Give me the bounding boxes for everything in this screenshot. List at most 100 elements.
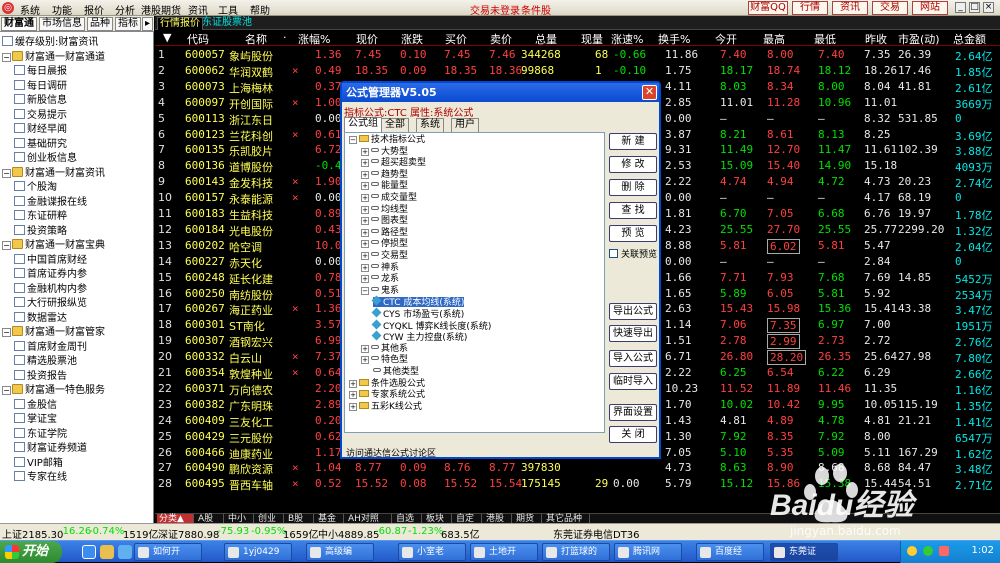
formula-tree-node[interactable]: + 五彩K线公式 [349, 401, 422, 412]
formula-tree-node[interactable]: + 均线型 [361, 205, 408, 215]
menu-function[interactable]: 功能 [52, 2, 72, 17]
delete-button[interactable]: 删 除 [609, 179, 657, 196]
sidebar-item[interactable]: 掌证宝 [14, 413, 57, 427]
find-button[interactable]: 查 找 [609, 202, 657, 219]
website-button[interactable]: 网站 [912, 1, 948, 15]
close-button[interactable]: 关 闭 [609, 426, 657, 443]
condition-stock-alert[interactable]: 条件股 [521, 2, 551, 17]
tray-icon[interactable] [907, 546, 917, 556]
expand-icon[interactable]: + [361, 263, 369, 272]
linked-preview-checkbox[interactable]: 关联预览 [609, 247, 657, 260]
taskbar-window-button[interactable]: 1yj0429 [224, 543, 292, 561]
sidebar-group[interactable]: − 财富通一财富资讯 [2, 166, 105, 181]
sidebar-group[interactable]: − 财富通一财富通道 [2, 50, 105, 65]
broker-connection[interactable]: 东莞证券电信DT36 [553, 526, 640, 541]
col-volume[interactable]: 总量 [535, 31, 557, 47]
close-icon[interactable]: × [983, 2, 994, 13]
network-icon[interactable] [923, 546, 933, 556]
taskbar-window-button[interactable]: 小室老 [398, 543, 466, 561]
col-price[interactable]: 现价 [356, 31, 378, 47]
formula-tree-node[interactable]: − 鬼系 [361, 286, 399, 296]
col-bid[interactable]: 买价 [445, 31, 467, 47]
minimize-icon[interactable]: _ [955, 2, 966, 13]
sidebar-item[interactable]: VIP邮箱 [14, 456, 63, 471]
taskbar-window-button[interactable]: 如何开 [134, 543, 202, 561]
formula-tree-node[interactable]: + 龙系 [361, 274, 399, 284]
formula-tree-node[interactable]: + 路径型 [361, 228, 408, 238]
ie-quicklaunch-icon[interactable] [82, 545, 96, 559]
expand-icon[interactable]: + [361, 182, 369, 191]
collapse-icon[interactable]: − [2, 386, 11, 395]
formula-tree-node[interactable]: CYQKL 博弈K线长度(系统) [371, 319, 491, 332]
collapse-icon[interactable]: − [2, 168, 11, 178]
menu-help[interactable]: 帮助 [250, 2, 270, 17]
formula-tree-node[interactable]: + 特色型 [361, 355, 408, 365]
start-button[interactable]: 开始 [0, 541, 62, 563]
expand-icon[interactable]: + [361, 228, 369, 237]
tab-market-info[interactable]: 市场信息 [39, 17, 85, 31]
formula-tree-node[interactable]: + 图表型 [361, 216, 408, 226]
formula-tree-node[interactable]: + 其他系 [361, 344, 408, 354]
col-name[interactable]: 名称 [245, 31, 267, 47]
sh-index[interactable]: 上证2185.30 [2, 526, 63, 541]
collapse-icon[interactable]: − [2, 328, 11, 337]
taskbar-window-button[interactable]: 土地开 [470, 543, 538, 561]
maximize-icon[interactable]: □ [969, 2, 980, 13]
tab-scroll-arrow-icon[interactable]: ▸ [142, 17, 153, 31]
formula-tree-node[interactable]: + 超买超卖型 [361, 158, 426, 168]
formula-tree-node[interactable]: + 专家系统公式 [349, 390, 425, 400]
expand-icon[interactable]: + [361, 159, 369, 168]
formula-tree-node[interactable]: CYW 主力控盘(系统) [371, 330, 467, 343]
col-ask[interactable]: 卖价 [490, 31, 512, 47]
tab-caifutong[interactable]: 财富通 [1, 17, 37, 31]
col-code[interactable]: 代码 [187, 31, 209, 47]
tab-system[interactable]: 系统 [416, 118, 444, 132]
formula-tree-node[interactable]: + 停损型 [361, 239, 408, 249]
expand-icon[interactable]: + [361, 240, 369, 249]
sidebar-item[interactable]: 基础研究 [14, 137, 67, 152]
col-diff[interactable]: 涨跌 [401, 31, 423, 47]
temp-import-button[interactable]: 临时导入 [609, 373, 657, 390]
collapse-icon[interactable]: − [2, 241, 11, 250]
expand-icon[interactable]: + [361, 275, 369, 284]
tab-user[interactable]: 用户 [451, 118, 479, 132]
interface-settings-button[interactable]: 界面设置 [609, 404, 657, 421]
col-low[interactable]: 最低 [814, 31, 836, 47]
formula-tree-node[interactable]: + 大势型 [361, 147, 408, 157]
col-turnover[interactable]: 换手% [658, 31, 690, 47]
import-formula-button[interactable]: 导入公式 [609, 350, 657, 367]
sidebar-item[interactable]: 每日调研 [14, 79, 67, 94]
sidebar-group[interactable]: − 财富通一财富宝典 [2, 239, 105, 253]
taskbar-window-button[interactable]: 东莞证 [770, 543, 838, 561]
expand-icon[interactable]: + [361, 170, 369, 179]
formula-tree-node[interactable]: + 成交量型 [361, 193, 417, 203]
sidebar-group[interactable]: − 财富通一财富管家 [2, 326, 105, 340]
checkbox-icon[interactable] [609, 249, 618, 258]
formula-tree-node[interactable]: − 技术指标公式 [349, 135, 425, 145]
sidebar-item[interactable]: 数据雷达 [14, 311, 67, 326]
table-row[interactable]: 2 600062 华润双鹤 × 0.49 18.35 0.09 18.35 18.36 99868… [155, 63, 1000, 79]
tab-indicator[interactable]: 指标 [115, 17, 141, 31]
quick-export-button[interactable]: 快速导出 [609, 325, 657, 342]
menu-analysis[interactable]: 分析 [115, 2, 135, 17]
menu-hk-futures[interactable]: 港股期货 [141, 2, 181, 17]
col-amount[interactable]: 总金额 [953, 31, 986, 47]
formula-tree-node[interactable]: 其他类型 [361, 367, 419, 377]
menu-system[interactable]: 系统 [20, 2, 40, 17]
sidebar-item[interactable]: 缓存级别:财富资讯 [2, 36, 98, 50]
menu-info[interactable]: 资讯 [188, 2, 208, 17]
col-change-pct[interactable]: 涨幅% [298, 31, 330, 47]
new-button[interactable]: 新 建 [609, 133, 657, 150]
dialog-close-icon[interactable]: ✕ [642, 85, 657, 100]
expand-icon[interactable]: + [361, 147, 369, 156]
tab-all[interactable]: 全部 [381, 118, 409, 132]
sz-index[interactable]: 深证7880.98 [158, 526, 219, 541]
formula-tree-node[interactable]: CYS 市场盈亏(系统) [371, 307, 464, 320]
tab-quotes[interactable]: 行情报价 [157, 17, 203, 30]
formula-tree-node[interactable]: + 趋势型 [361, 170, 408, 180]
sidebar-item[interactable]: 财富证券频道 [14, 442, 87, 456]
formula-tree-node[interactable]: CTC 成本均线(系统) [371, 295, 465, 308]
sidebar-item[interactable]: 东证研粹 [14, 210, 67, 224]
sidebar-item[interactable]: 中国首席财经 [14, 253, 87, 268]
sidebar-item[interactable]: 首席证券内参 [14, 268, 87, 282]
